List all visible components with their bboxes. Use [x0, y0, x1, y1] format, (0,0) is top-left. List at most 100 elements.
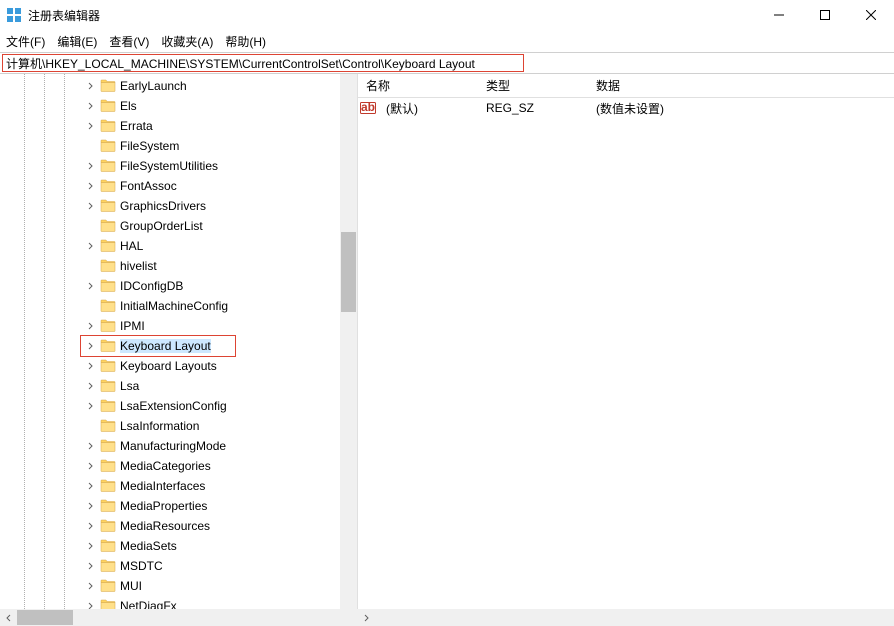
addressbar[interactable]: 计算机\HKEY_LOCAL_MACHINE\SYSTEM\CurrentCon… — [0, 52, 894, 74]
chevron-right-icon[interactable] — [84, 99, 98, 113]
chevron-right-icon[interactable] — [84, 479, 98, 493]
scrollbar-thumb[interactable] — [17, 610, 73, 625]
chevron-right-icon[interactable] — [84, 119, 98, 133]
tree-item-label: MSDTC — [120, 559, 163, 573]
folder-icon — [100, 579, 116, 593]
tree-item[interactable]: EarlyLaunch — [0, 76, 357, 96]
chevron-right-icon[interactable] — [84, 79, 98, 93]
chevron-right-icon[interactable] — [84, 439, 98, 453]
tree-item[interactable]: Errata — [0, 116, 357, 136]
chevron-right-icon[interactable] — [84, 499, 98, 513]
cell-name: (默认) — [378, 100, 478, 117]
chevron-right-icon[interactable] — [84, 419, 98, 433]
tree-item-label: Els — [120, 99, 137, 113]
titlebar: 注册表编辑器 — [0, 0, 894, 30]
tree-item[interactable]: MediaResources — [0, 516, 357, 536]
chevron-right-icon[interactable] — [84, 339, 98, 353]
tree-item[interactable]: FontAssoc — [0, 176, 357, 196]
window-buttons — [756, 0, 894, 30]
chevron-right-icon[interactable] — [84, 559, 98, 573]
tree-item-label: Lsa — [120, 379, 139, 393]
chevron-right-icon[interactable] — [84, 279, 98, 293]
chevron-right-icon[interactable] — [84, 139, 98, 153]
tree-item-label: FileSystemUtilities — [120, 159, 218, 173]
tree-item[interactable]: MediaProperties — [0, 496, 357, 516]
menu-file[interactable]: 文件(F) — [6, 33, 45, 50]
tree-item[interactable]: LsaExtensionConfig — [0, 396, 357, 416]
minimize-button[interactable] — [756, 0, 802, 30]
chevron-right-icon[interactable] — [84, 359, 98, 373]
scroll-track[interactable] — [17, 609, 357, 626]
folder-icon — [100, 399, 116, 413]
tree-item[interactable]: Els — [0, 96, 357, 116]
tree-vertical-scrollbar[interactable] — [340, 74, 357, 609]
folder-icon — [100, 99, 116, 113]
tree-item[interactable]: MediaCategories — [0, 456, 357, 476]
scroll-left-button[interactable] — [0, 609, 17, 626]
tree-item[interactable]: IPMI — [0, 316, 357, 336]
chevron-right-icon[interactable] — [84, 459, 98, 473]
close-button[interactable] — [848, 0, 894, 30]
chevron-right-icon[interactable] — [84, 599, 98, 609]
chevron-right-icon[interactable] — [84, 399, 98, 413]
tree-item-label: MediaResources — [120, 519, 210, 533]
chevron-right-icon[interactable] — [84, 259, 98, 273]
horizontal-scrollbar[interactable] — [0, 609, 894, 626]
window-title: 注册表编辑器 — [28, 7, 756, 24]
tree-item-label: IDConfigDB — [120, 279, 183, 293]
tree-item[interactable]: MSDTC — [0, 556, 357, 576]
tree-item[interactable]: Keyboard Layout — [0, 336, 357, 356]
tree-item[interactable]: Keyboard Layouts — [0, 356, 357, 376]
chevron-right-icon[interactable] — [84, 199, 98, 213]
chevron-right-icon[interactable] — [84, 159, 98, 173]
chevron-right-icon[interactable] — [84, 519, 98, 533]
maximize-button[interactable] — [802, 0, 848, 30]
tree-item-label: LsaExtensionConfig — [120, 399, 227, 413]
menu-edit[interactable]: 编辑(E) — [57, 33, 97, 50]
tree-item[interactable]: GraphicsDrivers — [0, 196, 357, 216]
list-body: ab(默认)REG_SZ(数值未设置) — [358, 98, 894, 609]
menu-view[interactable]: 查看(V) — [109, 33, 149, 50]
tree-item-label: InitialMachineConfig — [120, 299, 228, 313]
tree-item[interactable]: Lsa — [0, 376, 357, 396]
tree-item[interactable]: MediaInterfaces — [0, 476, 357, 496]
list-row[interactable]: ab(默认)REG_SZ(数值未设置) — [358, 98, 894, 118]
tree-item[interactable]: MediaSets — [0, 536, 357, 556]
folder-icon — [100, 479, 116, 493]
chevron-right-icon[interactable] — [84, 239, 98, 253]
tree-item[interactable]: HAL — [0, 236, 357, 256]
chevron-right-icon[interactable] — [84, 319, 98, 333]
menu-help[interactable]: 帮助(H) — [225, 33, 266, 50]
tree-item[interactable]: ManufacturingMode — [0, 436, 357, 456]
tree-item[interactable]: MUI — [0, 576, 357, 596]
tree-item-label: HAL — [120, 239, 143, 253]
chevron-right-icon[interactable] — [84, 179, 98, 193]
column-header-name[interactable]: 名称 — [358, 77, 478, 94]
string-value-icon: ab — [358, 101, 378, 115]
tree-item-label: GroupOrderList — [120, 219, 203, 233]
tree-item[interactable]: InitialMachineConfig — [0, 296, 357, 316]
menu-favorites[interactable]: 收藏夹(A) — [161, 33, 213, 50]
folder-icon — [100, 299, 116, 313]
tree-item-label: Keyboard Layouts — [120, 359, 217, 373]
column-header-data[interactable]: 数据 — [588, 77, 894, 94]
chevron-right-icon[interactable] — [84, 219, 98, 233]
chevron-right-icon[interactable] — [84, 539, 98, 553]
scrollbar-thumb[interactable] — [341, 232, 356, 312]
tree-item[interactable]: LsaInformation — [0, 416, 357, 436]
tree-item-label: LsaInformation — [120, 419, 199, 433]
chevron-right-icon[interactable] — [84, 299, 98, 313]
tree-pane: EarlyLaunch Els ErrataFileSystem FileSystem… — [0, 74, 358, 609]
scroll-right-button[interactable] — [357, 609, 374, 626]
chevron-right-icon[interactable] — [84, 579, 98, 593]
tree-item[interactable]: IDConfigDB — [0, 276, 357, 296]
tree-item[interactable]: NetDiagFx — [0, 596, 357, 609]
tree-item-label: ManufacturingMode — [120, 439, 226, 453]
tree-item[interactable]: FileSystemUtilities — [0, 156, 357, 176]
tree-item[interactable]: GroupOrderList — [0, 216, 357, 236]
tree-item[interactable]: FileSystem — [0, 136, 357, 156]
column-header-type[interactable]: 类型 — [478, 77, 588, 94]
tree-item[interactable]: hivelist — [0, 256, 357, 276]
cell-data: (数值未设置) — [588, 100, 894, 117]
chevron-right-icon[interactable] — [84, 379, 98, 393]
